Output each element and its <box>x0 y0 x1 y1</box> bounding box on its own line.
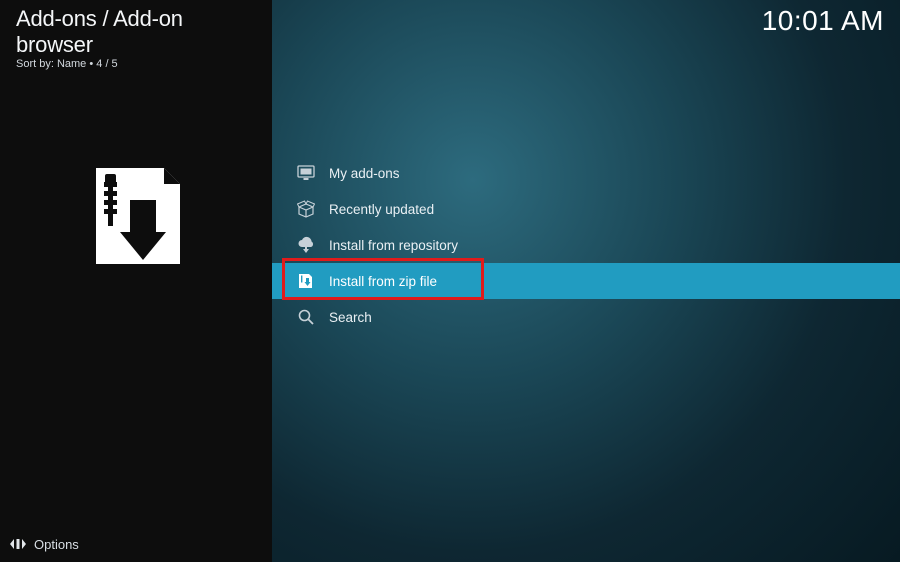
options-label: Options <box>34 537 79 552</box>
header: Add-ons / Add-on browser Sort by: Name •… <box>0 0 272 72</box>
sort-line: Sort by: Name • 4 / 5 <box>16 58 258 70</box>
openbox-icon <box>297 200 315 218</box>
zip-large-icon <box>76 160 196 280</box>
clock: 10:01 AM <box>762 5 884 37</box>
menu-item-my-addons[interactable]: My add-ons <box>272 155 900 191</box>
search-icon <box>297 308 315 326</box>
menu-item-install-from-repository[interactable]: Install from repository <box>272 227 900 263</box>
menu-item-recently-updated[interactable]: Recently updated <box>272 191 900 227</box>
options-icon <box>10 536 26 552</box>
menu-item-install-from-zip-file[interactable]: Install from zip file <box>272 263 900 299</box>
menu-item-label: Install from zip file <box>329 274 437 289</box>
menu-item-label: Install from repository <box>329 238 458 253</box>
menu-item-search[interactable]: Search <box>272 299 900 335</box>
main-panel: 10:01 AM My add-ons <box>272 0 900 562</box>
menu-item-label: Recently updated <box>329 202 434 217</box>
cloud-download-icon <box>297 236 315 254</box>
menu-item-label: My add-ons <box>329 166 400 181</box>
breadcrumb: Add-ons / Add-on browser <box>16 6 258 58</box>
zip-download-icon <box>297 272 315 290</box>
menu-list: My add-ons Recently updated <box>272 155 900 335</box>
monitor-icon <box>297 164 315 182</box>
options-button[interactable]: Options <box>10 536 79 552</box>
sidebar: Add-ons / Add-on browser Sort by: Name •… <box>0 0 272 562</box>
menu-item-label: Search <box>329 310 372 325</box>
